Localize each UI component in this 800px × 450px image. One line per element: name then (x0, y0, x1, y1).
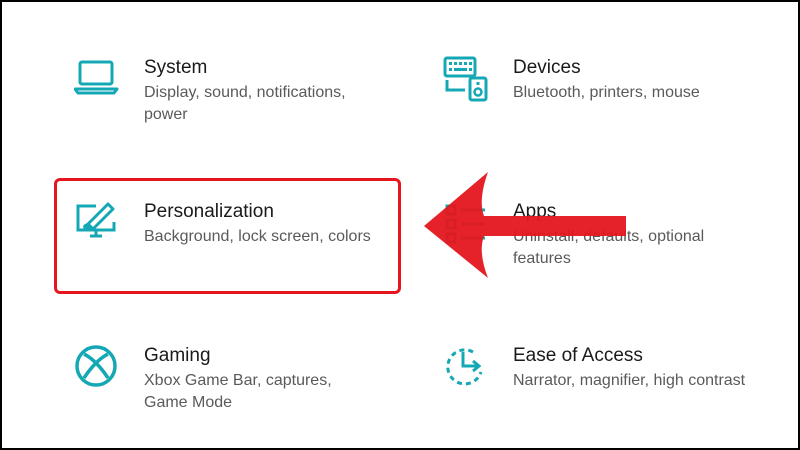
arrow-pointer-icon (424, 172, 626, 278)
devices-description: Bluetooth, printers, mouse (513, 84, 700, 101)
gaming-title: Gaming (144, 345, 211, 366)
ease-of-access-title: Ease of Access (513, 345, 643, 366)
laptop-icon (73, 56, 122, 104)
devices-title: Devices (513, 57, 581, 78)
settings-window: System Display, sound, notifications, po… (2, 2, 798, 448)
ease-of-access-description: Narrator, magnifier, high contrast (513, 372, 746, 389)
system-description: Display, sound, notifications, power (144, 84, 346, 123)
system-tile[interactable]: System Display, sound, notifications, po… (73, 56, 374, 146)
gaming-description: Xbox Game Bar, captures, Game Mode (144, 372, 332, 411)
ease-of-access-tile[interactable]: Ease of Access Narrator, magnifier, high… (443, 344, 745, 434)
xbox-icon (74, 344, 122, 392)
devices-tile[interactable]: Devices Bluetooth, printers, mouse (443, 56, 743, 146)
devices-icon (443, 56, 491, 104)
gaming-tile[interactable]: Gaming Xbox Game Bar, captures, Game Mod… (74, 344, 374, 434)
system-title: System (144, 57, 208, 78)
highlight-box (54, 178, 401, 294)
ease-of-access-icon (443, 344, 491, 392)
